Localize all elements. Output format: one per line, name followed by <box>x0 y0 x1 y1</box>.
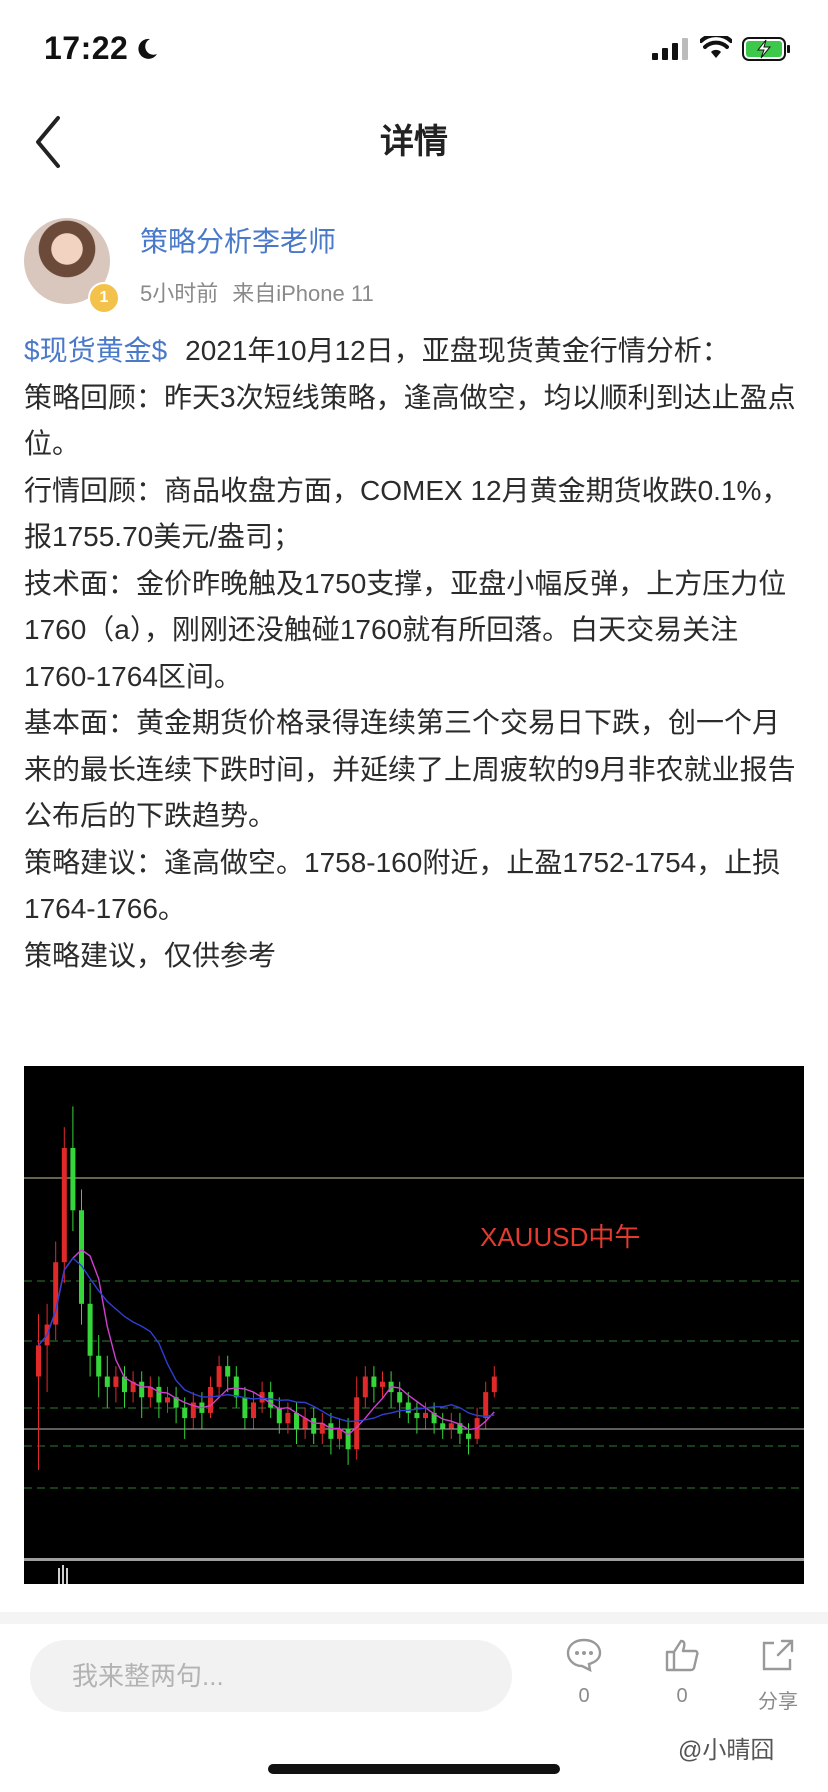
share-label: 分享 <box>758 1691 798 1713</box>
candle-body <box>440 1423 446 1429</box>
candle-body <box>448 1423 454 1429</box>
candle-body <box>371 1376 377 1387</box>
section-divider <box>0 1612 828 1624</box>
comment-count: 0 <box>578 1685 590 1707</box>
post-paragraph: 策略建议：逢高做空。1758-160附近，止盈1752-1754，止损1764-… <box>24 846 781 925</box>
candlestick-chart: XAUUSD中午 <box>24 1106 804 1584</box>
post-intro: $现货黄金$ 2021年10月12日，亚盘现货黄金行情分析： <box>24 328 806 375</box>
comment-input[interactable] <box>30 1640 512 1712</box>
candles-group <box>36 1106 497 1471</box>
chart-annotation: XAUUSD中午 <box>480 1222 640 1252</box>
thumbs-up-icon <box>665 1639 699 1672</box>
candle-body <box>251 1402 256 1419</box>
candle-body <box>96 1355 102 1377</box>
candle-body <box>216 1366 222 1387</box>
cellular-signal-icon <box>652 38 688 60</box>
post-paragraph: 策略回顾：昨天3次短线策略，逢高做空，均以顺利到达止盈点位。 <box>24 381 796 460</box>
post-source: 来自iPhone 11 <box>232 281 374 306</box>
candle-body <box>61 1147 67 1263</box>
candle-body <box>208 1386 213 1413</box>
candle-body <box>294 1412 299 1429</box>
post-paragraph: 行情回顾：商品收盘方面，COMEX 12月黄金期货收跌0.1%，报1755.70… <box>24 474 790 553</box>
candle-body <box>104 1376 110 1387</box>
chart-image[interactable]: XAUUSD中午 <box>24 1066 804 1584</box>
post-body: $现货黄金$ 2021年10月12日，亚盘现货黄金行情分析： 策略回顾：昨天3次短… <box>24 328 806 979</box>
page-title: 详情 <box>380 123 448 161</box>
candle-body <box>285 1412 291 1424</box>
candle-body <box>354 1397 360 1450</box>
candle-body <box>414 1412 420 1419</box>
candle-body <box>165 1397 170 1403</box>
candle-body <box>362 1376 368 1398</box>
comment-button[interactable]: 0 <box>544 1638 624 1708</box>
candle-body <box>225 1366 231 1377</box>
author-avatar[interactable]: 1 <box>24 218 120 314</box>
author-header: 1 策略分析李老师 5小时前 来自iPhone 11 <box>24 214 804 314</box>
post-paragraph: 策略建议，仅供参考 <box>24 939 277 971</box>
status-time: 17:22 <box>44 30 129 66</box>
bottom-action-bar: 0 0 分享 <box>0 1624 828 1744</box>
wifi-icon <box>700 36 732 58</box>
candle-body <box>483 1392 489 1419</box>
candle-body <box>405 1402 411 1413</box>
candle-body <box>70 1147 76 1211</box>
candle-body <box>242 1397 248 1419</box>
watermark: @小晴囧 <box>678 1737 775 1764</box>
post-paragraph: 基本面：黄金期货价格录得连续第三个交易日下跌，创一个月来的最长连续下跌时间，并延… <box>24 707 796 831</box>
candle-body <box>182 1407 188 1419</box>
moon-icon <box>138 38 157 59</box>
candle-body <box>79 1210 84 1304</box>
navigation-bar: 详情 <box>0 96 828 192</box>
candle-body <box>276 1407 282 1424</box>
candle-body <box>345 1428 351 1450</box>
like-count: 0 <box>676 1685 688 1707</box>
comment-bubble-icon <box>566 1638 602 1673</box>
candle-body <box>423 1412 428 1419</box>
candle-body <box>397 1392 403 1403</box>
volume-bar <box>62 1565 64 1584</box>
candle-body <box>311 1418 317 1434</box>
post-intro-text: 2021年10月12日，亚盘现货黄金行情分析： <box>185 335 730 366</box>
battery-charging-icon <box>742 37 790 61</box>
candle-body <box>87 1303 93 1356</box>
candle-body <box>380 1381 385 1387</box>
volume-bar <box>66 1568 68 1584</box>
candle-body <box>139 1381 145 1398</box>
like-button[interactable]: 0 <box>642 1638 722 1708</box>
candle-body <box>156 1386 162 1403</box>
level-badge: 1 <box>88 282 120 314</box>
share-icon <box>762 1639 794 1671</box>
volume-panel-separator <box>24 1558 804 1561</box>
volume-bar <box>58 1568 60 1584</box>
candle-body <box>113 1376 119 1387</box>
author-name[interactable]: 策略分析李老师 <box>140 220 336 260</box>
candle-body <box>233 1376 239 1398</box>
post-time: 5小时前 <box>140 281 219 306</box>
share-button[interactable]: 分享 <box>738 1638 818 1714</box>
post-paragraph: 技术面：金价昨晚触及1750支撑，亚盘小幅反弹，上方压力位1760（a），刚刚还… <box>24 567 787 692</box>
candle-body <box>466 1433 471 1439</box>
post-meta: 5小时前 来自iPhone 11 <box>140 276 388 308</box>
candle-body <box>36 1345 41 1377</box>
status-bar: 17:22 <box>0 0 828 96</box>
topic-tag[interactable]: $现货黄金$ <box>24 335 167 366</box>
candle-body <box>491 1376 497 1393</box>
candle-body <box>328 1423 334 1439</box>
home-indicator <box>268 1764 560 1774</box>
